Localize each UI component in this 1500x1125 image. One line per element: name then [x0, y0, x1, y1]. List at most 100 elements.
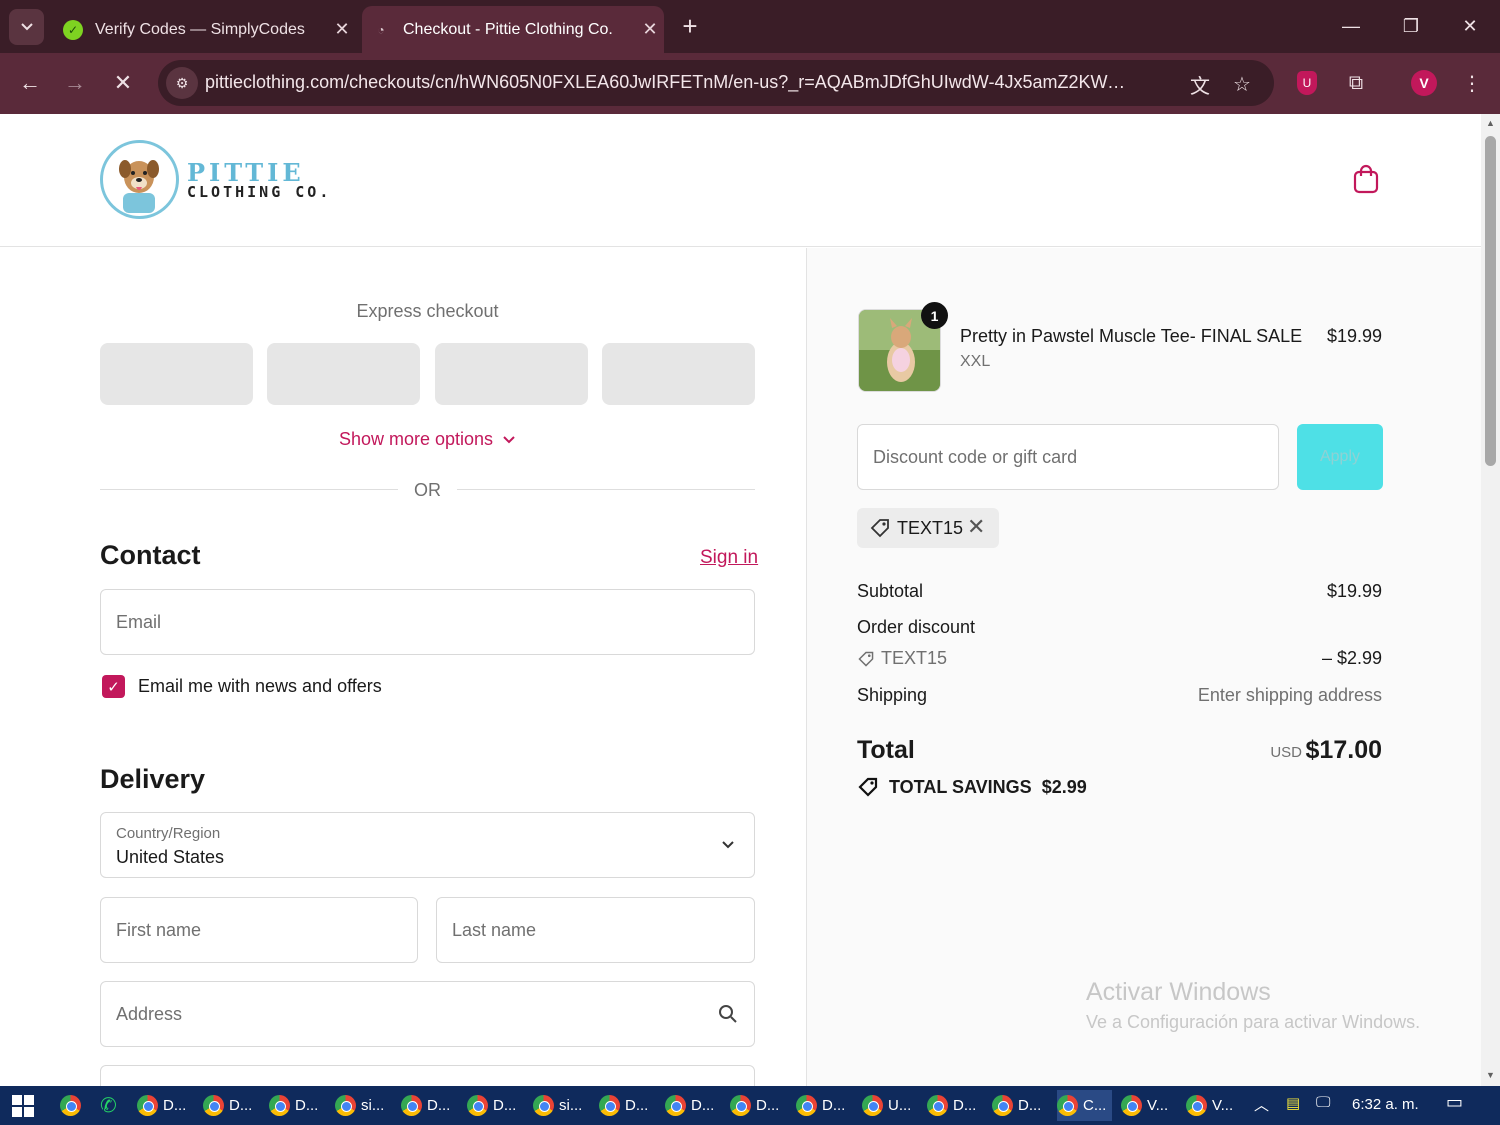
- show-more-options-link[interactable]: Show more options: [100, 429, 755, 450]
- minimize-button[interactable]: —: [1322, 0, 1380, 53]
- chrome-icon: [203, 1095, 224, 1116]
- last-name-placeholder: Last name: [452, 920, 537, 940]
- tab-checkout[interactable]: ◔ Checkout - Pittie Clothing Co. ✕: [362, 6, 664, 53]
- logo-dog-badge[interactable]: [100, 140, 179, 219]
- ublock-icon[interactable]: U: [1297, 71, 1317, 95]
- extensions-icon[interactable]: ⧉: [1340, 67, 1372, 99]
- taskbar-app-button[interactable]: D...: [796, 1090, 851, 1121]
- shipping-label: Shipping: [857, 685, 928, 705]
- first-name-field[interactable]: First name: [100, 897, 418, 963]
- bookmark-star-icon[interactable]: ☆: [1228, 70, 1256, 98]
- close-icon[interactable]: ✕: [328, 19, 356, 40]
- currency-code: USD: [1270, 744, 1302, 761]
- tab-simplycodes[interactable]: ✓ Verify Codes — SimplyCodes ✕: [54, 6, 356, 53]
- notes-icon[interactable]: ▤: [1286, 1094, 1300, 1112]
- chrome-icon: [137, 1095, 158, 1116]
- taskbar-app-button[interactable]: D...: [467, 1090, 522, 1121]
- scrollbar-thumb[interactable]: [1485, 136, 1496, 466]
- profile-avatar[interactable]: V: [1411, 70, 1437, 96]
- savings-value: $2.99: [1041, 776, 1087, 797]
- last-name-field[interactable]: Last name: [436, 897, 755, 963]
- taskbar-app-label: D...: [493, 1097, 517, 1114]
- forward-button[interactable]: →: [57, 65, 93, 101]
- page-scrollbar[interactable]: ▲ ▼: [1481, 114, 1500, 1086]
- sign-in-link[interactable]: Sign in: [700, 547, 758, 569]
- address-bar[interactable]: ⚙ pittieclothing.com/checkouts/cn/hWN605…: [158, 60, 1274, 106]
- clock[interactable]: 6:32 a. m.: [1352, 1096, 1419, 1113]
- total-value: $17.00: [1305, 736, 1382, 764]
- taskbar-app-label: C...: [1083, 1097, 1107, 1114]
- contact-heading: Contact: [100, 540, 201, 570]
- taskbar-app-label: D...: [953, 1097, 977, 1114]
- apply-button[interactable]: Apply: [1297, 424, 1383, 490]
- taskbar-app-button[interactable]: D...: [137, 1090, 192, 1121]
- total-savings: TOTAL SAVINGS $2.99: [857, 776, 1087, 798]
- shipping-value: Enter shipping address: [1197, 685, 1382, 705]
- subtotal-label: Subtotal: [857, 581, 924, 601]
- taskbar-app-button[interactable]: C...: [1057, 1090, 1113, 1121]
- taskbar-app-button[interactable]: D...: [730, 1090, 785, 1121]
- scroll-down-arrow[interactable]: ▼: [1485, 1070, 1496, 1081]
- taskbar-app-button[interactable]: D...: [269, 1090, 324, 1121]
- express-pay-button[interactable]: [267, 343, 420, 405]
- close-icon[interactable]: ✕: [636, 19, 664, 40]
- address-field[interactable]: Address: [100, 981, 755, 1047]
- newsletter-checkbox[interactable]: ✓: [102, 675, 125, 698]
- stop-loading-button[interactable]: ✕: [105, 65, 141, 101]
- taskbar-app-button[interactable]: si...: [335, 1090, 390, 1121]
- restore-button[interactable]: ❐: [1382, 0, 1440, 53]
- taskbar-app-button[interactable]: D...: [665, 1090, 720, 1121]
- taskbar-app-button[interactable]: si...: [533, 1090, 588, 1121]
- taskbar-app-label: si...: [361, 1097, 385, 1114]
- chrome-icon: [1121, 1095, 1142, 1116]
- apartment-field[interactable]: [100, 1065, 755, 1086]
- tab-title: Verify Codes — SimplyCodes: [95, 20, 305, 38]
- notifications-icon[interactable]: ▭: [1446, 1092, 1463, 1113]
- total-label: Total: [857, 736, 915, 764]
- taskbar-app-button[interactable]: V...: [1186, 1090, 1239, 1121]
- chrome-icon: [599, 1095, 620, 1116]
- express-pay-button[interactable]: [602, 343, 755, 405]
- tab-search-button[interactable]: [9, 9, 44, 45]
- windows-start-icon[interactable]: [12, 1095, 34, 1117]
- whatsapp-icon[interactable]: ✆: [100, 1090, 117, 1121]
- close-window-button[interactable]: ✕: [1441, 0, 1499, 53]
- product-variant: XXL: [960, 353, 991, 370]
- express-pay-button[interactable]: [435, 343, 588, 405]
- checkout-page: PITTIE CLOTHING CO. Express checkout Sho…: [0, 114, 1481, 1086]
- taskbar-chrome-icon[interactable]: [60, 1090, 86, 1121]
- new-tab-button[interactable]: +: [674, 12, 706, 42]
- taskbar-app-button[interactable]: D...: [992, 1090, 1047, 1121]
- applied-code: TEXT15: [897, 518, 964, 538]
- menu-kebab-icon[interactable]: ⋮: [1456, 67, 1488, 99]
- network-icon[interactable]: 🖵: [1316, 1094, 1330, 1111]
- remove-discount-icon[interactable]: ✕: [967, 514, 985, 540]
- show-more-label: Show more options: [338, 429, 494, 449]
- express-pay-button[interactable]: [100, 343, 253, 405]
- shopping-bag-icon[interactable]: [1352, 164, 1380, 194]
- taskbar-app-button[interactable]: D...: [203, 1090, 258, 1121]
- product-name: Pretty in Pawstel Muscle Tee- FINAL SALE: [960, 326, 1303, 346]
- or-divider-label: OR: [414, 480, 441, 500]
- site-info-icon[interactable]: ⚙: [166, 67, 198, 99]
- applied-discount-chip: TEXT15 ✕: [857, 508, 999, 548]
- email-field[interactable]: Email: [100, 589, 755, 655]
- back-button[interactable]: ←: [12, 65, 48, 101]
- taskbar-app-label: D...: [756, 1097, 780, 1114]
- chrome-icon: [730, 1095, 751, 1116]
- taskbar-app-label: U...: [888, 1097, 912, 1114]
- taskbar-app-button[interactable]: D...: [927, 1090, 982, 1121]
- discount-code-field[interactable]: Discount code or gift card: [857, 424, 1279, 490]
- url-text[interactable]: pittieclothing.com/checkouts/cn/hWN605N0…: [205, 72, 1130, 93]
- taskbar-app-button[interactable]: D...: [401, 1090, 456, 1121]
- brand-subtitle: CLOTHING CO.: [187, 183, 332, 201]
- translate-icon[interactable]: 文: [1186, 70, 1214, 98]
- country-select[interactable]: Country/Region United States: [100, 812, 755, 878]
- taskbar-app-button[interactable]: D...: [599, 1090, 654, 1121]
- scroll-up-arrow[interactable]: ▲: [1485, 118, 1496, 129]
- chevron-down-icon: [503, 436, 515, 444]
- taskbar-app-button[interactable]: U...: [862, 1090, 917, 1121]
- chrome-icon: [862, 1095, 883, 1116]
- taskbar-app-button[interactable]: V...: [1121, 1090, 1174, 1121]
- tray-chevron-up-icon[interactable]: ︿: [1254, 1094, 1269, 1115]
